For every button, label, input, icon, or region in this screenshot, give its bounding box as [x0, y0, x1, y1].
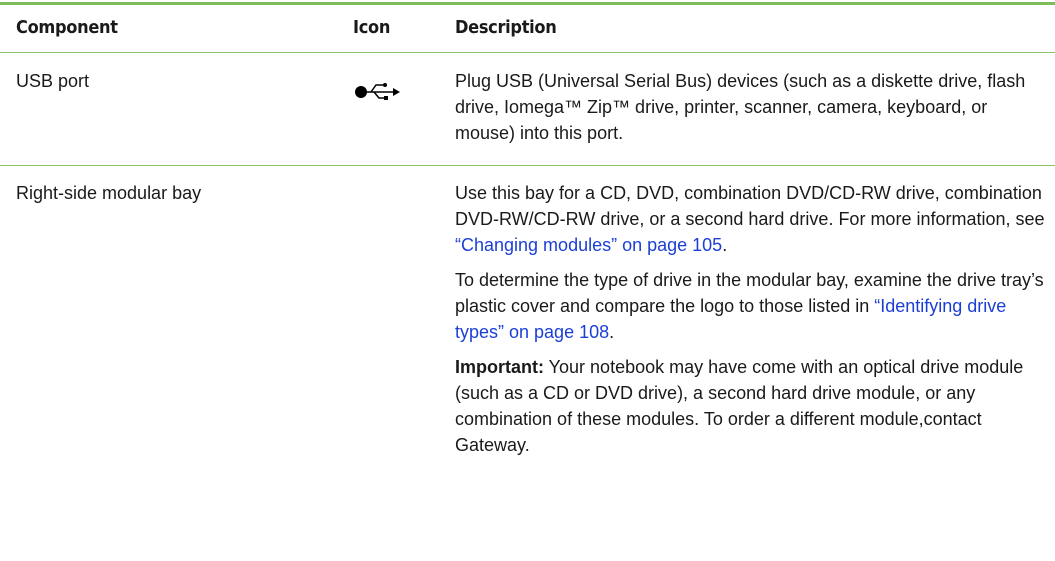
description-paragraph: To determine the type of drive in the mo… — [455, 267, 1045, 345]
important-label: Important: — [455, 357, 544, 377]
important-note: Important: Your notebook may have come w… — [455, 354, 1045, 458]
table-row: USB port Plug USB (Universal Serial Bus)… — [0, 53, 1055, 165]
header-icon: Icon — [353, 17, 391, 38]
paragraph-end: . — [722, 235, 728, 255]
header-description: Description — [455, 17, 557, 38]
usb-description: Plug USB (Universal Serial Bus) devices … — [455, 71, 1026, 143]
component-name: Right-side modular bay — [16, 183, 202, 203]
header-component: Component — [16, 17, 118, 38]
modular-bay-description: Use this bay for a CD, DVD, combination … — [455, 180, 1045, 467]
component-name: USB port — [16, 71, 90, 91]
description-paragraph: Use this bay for a CD, DVD, combination … — [455, 180, 1045, 258]
components-table: Component Icon Description USB port Plug… — [0, 2, 1055, 561]
usb-icon — [353, 81, 405, 108]
table-header: Component Icon Description — [0, 5, 1055, 52]
changing-modules-link[interactable]: “Changing modules” on page 105 — [455, 235, 722, 255]
table-row: Right-side modular bay Use this bay for … — [0, 166, 1055, 561]
paragraph-end: . — [609, 322, 615, 342]
paragraph-text: Use this bay for a CD, DVD, combination … — [455, 183, 1045, 229]
